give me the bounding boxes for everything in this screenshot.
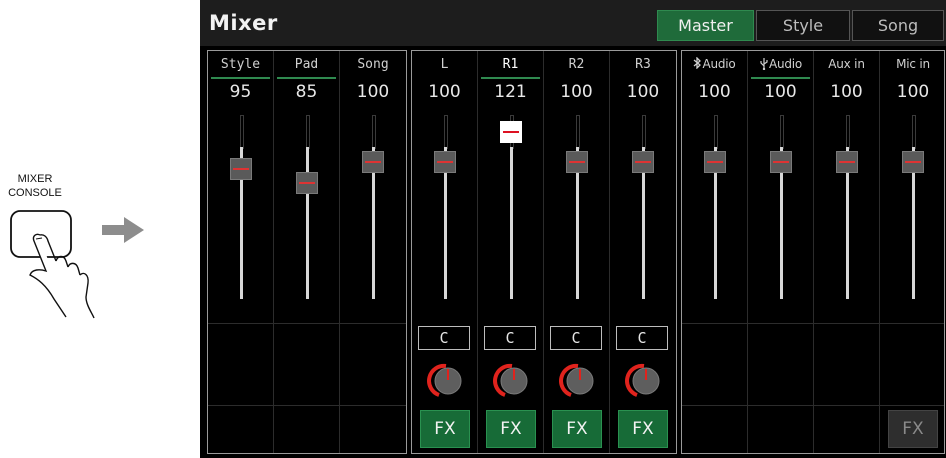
fader-track [306,147,309,299]
channel-label[interactable]: R2 [544,57,609,72]
channel-volume-value: 100 [356,82,390,102]
fader-knob[interactable] [296,171,318,194]
reverb-knob[interactable] [624,361,664,401]
channel-label[interactable]: Pad [274,57,339,72]
channel-volume-value: 85 [295,82,318,102]
fx-button[interactable]: FX [486,410,536,448]
channel-strip: R1 121 C FX [478,51,544,453]
channel-strip: L 100 C FX [412,51,478,453]
channel-label[interactable]: Song [340,57,406,72]
page-title: Mixer [209,11,278,35]
channel-volume-value: 100 [560,82,593,102]
fx-button[interactable]: FX [552,410,602,448]
channel-strip: Style 95 [208,51,274,453]
top-bar: Mixer Master Style Song [200,0,946,46]
channel-strip: Audio 100 [748,51,814,453]
channel-volume-value: 100 [896,82,930,102]
fader-knob[interactable] [566,150,588,173]
style-pad-song-group: Style 95 Pad 85 Song 100 [207,50,407,454]
tab-song[interactable]: Song [852,10,944,41]
channel-label[interactable]: Audio [748,57,813,71]
channel-underline [211,77,270,79]
fader-knob[interactable] [230,157,252,180]
channel-label-text: Audio [702,57,736,71]
fader-track-top [240,115,244,149]
fader-track-top [846,115,850,149]
channel-underline [277,77,336,79]
row-divider [208,405,406,406]
channel-strip: R2 100 C FX [544,51,610,453]
fader-knob[interactable] [902,150,924,173]
mixer-console-label: MIXER CONSOLE [0,172,70,200]
finger-press-icon [10,210,95,319]
fader-track-top [642,115,646,149]
channel-label-text: Audio [768,57,803,71]
pan-button[interactable]: C [616,326,668,350]
channel-label[interactable]: Aux in [814,57,879,71]
fader-track-top [372,115,376,149]
mixer-screen: Mixer Master Style Song Style 95 Pad 85 … [200,0,946,458]
channel-label[interactable]: Mic in [880,57,946,71]
fader-track-top [780,115,784,149]
tab-style[interactable]: Style [756,10,850,41]
fader-knob[interactable] [362,150,384,173]
fader-track-top [576,115,580,149]
channel-strip: Pad 85 [274,51,340,453]
label-line-2: CONSOLE [8,187,62,199]
channel-volume-value: 100 [764,82,797,102]
reverb-knob[interactable] [558,361,598,401]
channel-label[interactable]: Audio [682,56,747,71]
channel-label[interactable]: R3 [610,57,676,72]
fader-knob[interactable] [770,150,792,173]
row-divider [208,323,406,324]
channel-strip: Song 100 [340,51,406,453]
pan-button[interactable]: C [418,326,470,350]
keyboard-parts-group: L 100 C FX R1 121 C FX R2 100 C FX R3 10… [411,50,677,454]
reverb-knob[interactable] [492,361,532,401]
row-divider [682,323,944,324]
channel-strip: Audio 100 [682,51,748,453]
usb-icon [760,58,768,71]
channel-underline [751,77,810,79]
pan-button[interactable]: C [484,326,536,350]
channel-volume-value: 100 [626,82,660,102]
channel-volume-value: 95 [229,82,252,102]
channel-strip: Mic in 100 FX [880,51,946,453]
inputs-group: Audio 100 Audio 100 Aux in 100 Mic in 10… [681,50,945,454]
channel-label[interactable]: Style [208,57,273,72]
fader-track [510,147,513,299]
fx-button[interactable]: FX [420,410,470,448]
channel-volume-value: 100 [698,82,731,102]
channel-volume-value: 100 [830,82,863,102]
row-divider [682,405,944,406]
channel-volume-value: 121 [494,82,527,102]
fader-track-top [912,115,916,149]
fader-knob[interactable] [434,150,456,173]
pan-button[interactable]: C [550,326,602,350]
fader-knob[interactable] [632,150,654,173]
fader-knob[interactable] [704,150,726,173]
reverb-knob[interactable] [426,361,466,401]
channel-label[interactable]: R1 [478,57,543,72]
arrow-right-icon [102,217,144,243]
fx-button[interactable]: FX [618,410,668,448]
fader-knob[interactable] [836,150,858,173]
channel-label[interactable]: L [412,57,477,72]
fader-track-top [714,115,718,149]
channel-underline [481,77,540,79]
channel-strip: R3 100 C FX [610,51,676,453]
fader-track-top [306,115,310,149]
fader-knob[interactable] [500,121,522,144]
channel-volume-value: 100 [428,82,461,102]
fx-button[interactable]: FX [888,410,938,448]
channel-strip: Aux in 100 [814,51,880,453]
tab-master[interactable]: Master [657,10,754,41]
fader-track-top [444,115,448,149]
label-line-1: MIXER [17,173,53,185]
